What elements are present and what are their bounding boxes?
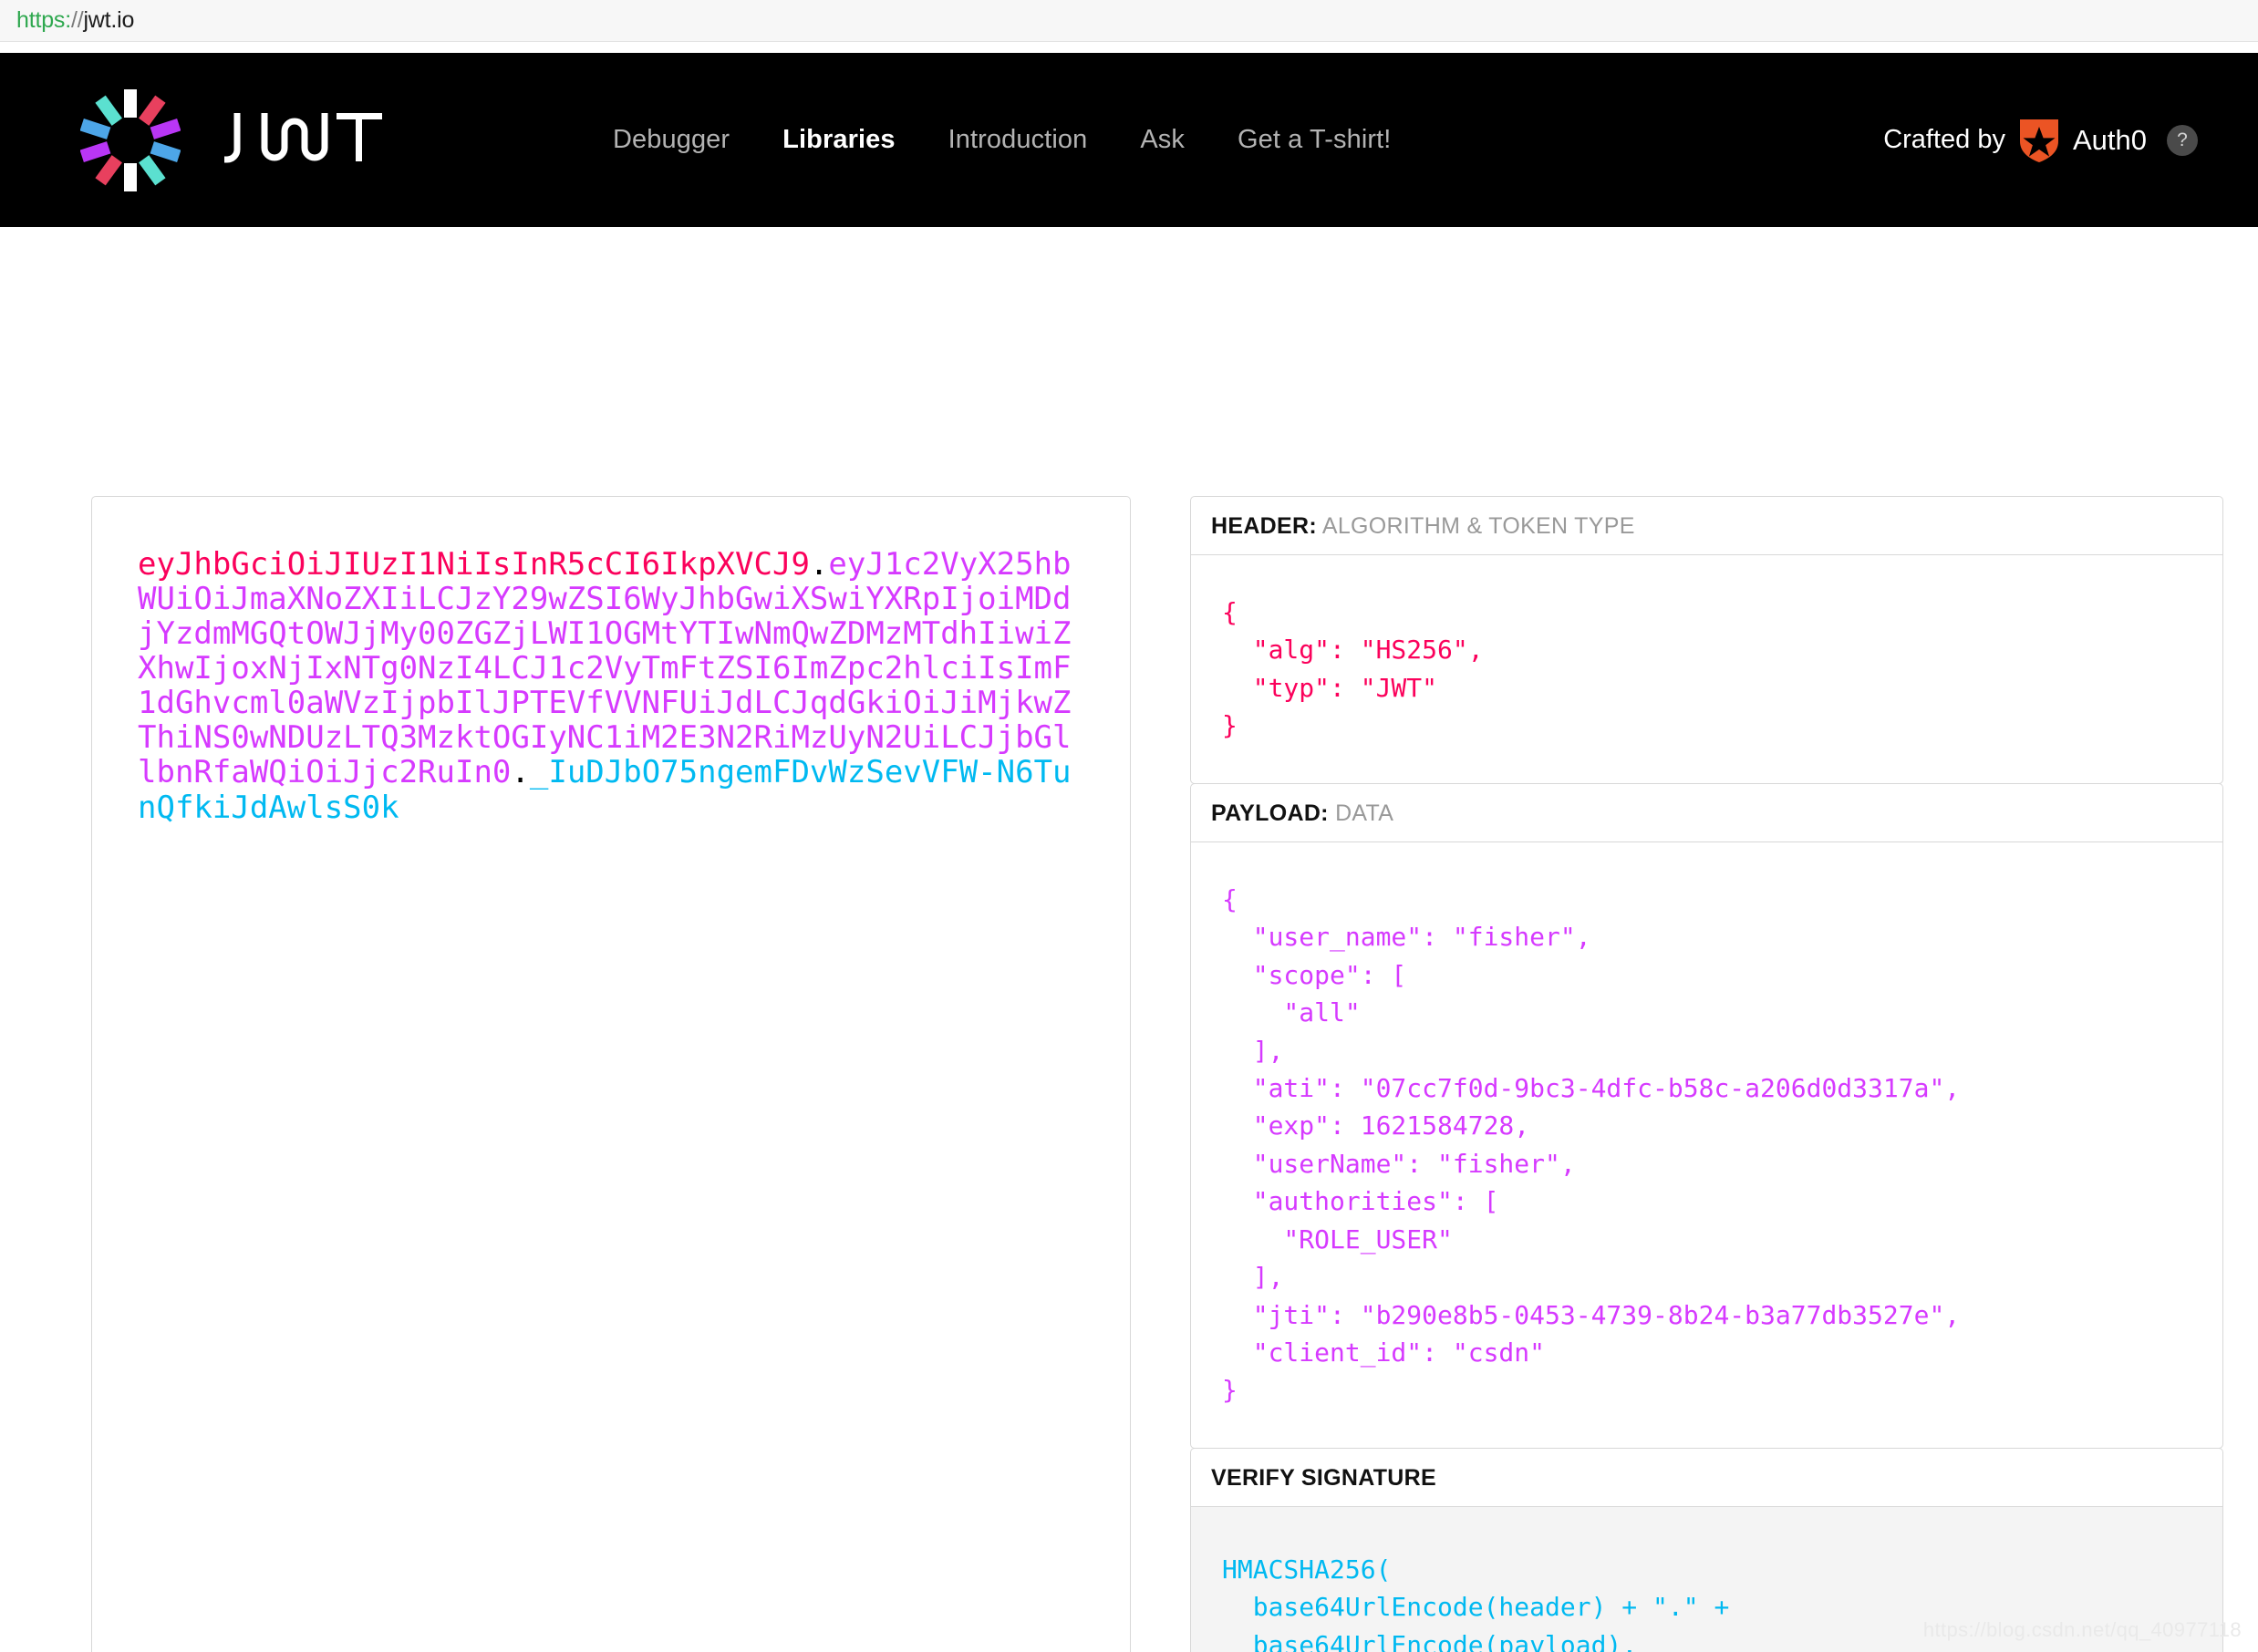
debugger-page: eyJhbGciOiJIUzI1NiIsInR5cCI6IkpXVCJ9.eyJ… [0,227,2258,1652]
url-text: https://jwt.io [16,7,134,34]
header-section: HEADER: ALGORITHM & TOKEN TYPE { "alg": … [1190,496,2223,784]
token-header-segment: eyJhbGciOiJIUzI1NiIsInR5cCI6IkpXVCJ9 [138,546,810,583]
nav-item-ask[interactable]: Ask [1140,125,1185,155]
brand-logo-link[interactable] [79,88,385,191]
signature-section-title-bold: VERIFY SIGNATURE [1211,1464,1436,1491]
token-separator-1: . [809,546,829,583]
decoded-panels: HEADER: ALGORITHM & TOKEN TYPE { "alg": … [1190,496,2223,1652]
nav-item-introduction[interactable]: Introduction [948,125,1088,155]
payload-section: PAYLOAD: DATA { "user_name": "fisher", "… [1190,782,2223,1449]
hmac-line-1: HMACSHA256( [1222,1554,1392,1585]
token-separator-2: . [511,754,530,791]
encoded-token-text[interactable]: eyJhbGciOiJIUzI1NiIsInR5cCI6IkpXVCJ9.eyJ… [138,547,1084,825]
auth0-label: Auth0 [2072,123,2147,156]
payload-json-body[interactable]: { "user_name": "fisher", "scope": [ "all… [1191,842,2222,1448]
nav-item-get-a-tshirt[interactable]: Get a T-shirt! [1238,125,1391,155]
url-host: jwt.io [83,7,135,33]
signature-section-title: VERIFY SIGNATURE [1191,1449,2222,1507]
hmac-line-3: base64UrlEncode(payload), [1222,1629,1638,1652]
help-icon[interactable]: ? [2167,124,2198,156]
jwt-starburst-logo-icon [79,88,181,191]
auth0-shield-icon [2018,118,2060,163]
header-section-title: HEADER: ALGORITHM & TOKEN TYPE [1191,497,2222,555]
payload-section-title-sub: DATA [1335,800,1394,826]
crafted-by-auth0[interactable]: Crafted by Auth0 ? [1883,118,2198,163]
header-section-title-bold: HEADER: [1211,513,1317,539]
browser-url-bar[interactable]: https://jwt.io [0,0,2258,42]
header-section-title-sub: ALGORITHM & TOKEN TYPE [1321,513,1635,539]
browser-chrome-gap [0,42,2258,53]
nav-item-debugger[interactable]: Debugger [613,125,730,155]
site-header: Debugger Libraries Introduction Ask Get … [0,53,2258,227]
payload-section-title-bold: PAYLOAD: [1211,800,1329,826]
crafted-by-label: Crafted by [1883,125,2005,154]
encoded-token-panel[interactable]: eyJhbGciOiJIUzI1NiIsInR5cCI6IkpXVCJ9.eyJ… [91,496,1131,1652]
payload-section-title: PAYLOAD: DATA [1191,784,2222,842]
main-nav: Debugger Libraries Introduction Ask Get … [613,125,1391,155]
watermark: https://blog.csdn.net/qq_40977118 [1922,1618,2242,1641]
url-scheme: https: [16,7,71,33]
url-slashes: // [70,7,84,33]
jwt-wordmark [212,109,385,170]
nav-item-libraries[interactable]: Libraries [782,125,895,155]
hmac-line-2: base64UrlEncode(header) + "." + [1222,1592,1730,1623]
header-json-body[interactable]: { "alg": "HS256", "typ": "JWT" } [1191,555,2222,783]
